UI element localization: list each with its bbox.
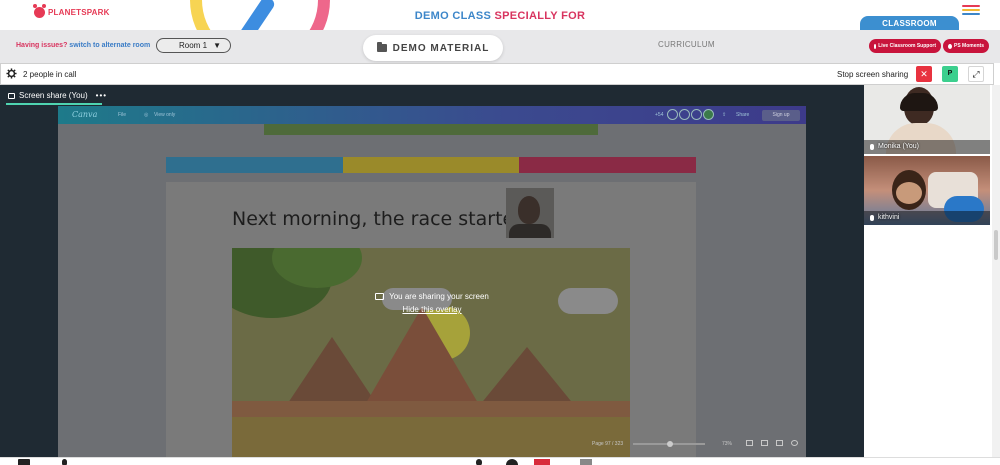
microphone-icon [870, 143, 874, 150]
shared-screen: Canva File ◎ View only +54 ⇪ Share Sign … [58, 106, 806, 457]
page-scrollbar[interactable] [992, 85, 1000, 457]
participant-tile[interactable]: kithvini [864, 156, 990, 225]
folder-icon [376, 42, 387, 52]
sharing-overlay-message: You are sharing your screen [58, 292, 806, 301]
people-count: 2 people in call [23, 70, 77, 79]
canva-page-info: Page 97 / 323 [592, 441, 624, 447]
caret-down-icon: ▼ [213, 41, 221, 50]
switch-room-link[interactable]: switch to alternate room [69, 42, 150, 49]
avatar [679, 109, 690, 120]
hamburger-menu-icon[interactable] [962, 5, 980, 17]
upload-icon: ⇪ [722, 112, 727, 118]
canva-viewer-count: +54 [655, 112, 664, 118]
participants-icon[interactable] [506, 459, 518, 465]
screen-icon [375, 293, 385, 301]
current-slide: Next morning, the race started! [166, 182, 696, 457]
stop-sharing-label: Stop screen sharing [837, 70, 909, 79]
avatar [667, 109, 678, 120]
more-options-icon[interactable]: ••• [96, 91, 107, 100]
page-title: DEMO CLASS SPECIALLY FOR [0, 10, 1000, 22]
slide-title: Next morning, the race started! [232, 208, 534, 230]
participant-name: Monika (You) [870, 143, 919, 150]
live-support-button[interactable]: Live Classroom Support [869, 39, 941, 53]
color-bar-segment [166, 157, 343, 173]
canva-file-menu: File [118, 112, 127, 118]
active-tab-underline [6, 103, 102, 105]
camera-icon[interactable] [18, 459, 30, 465]
canva-signup: Sign up [762, 110, 800, 121]
demo-material-button[interactable]: DEMO MATERIAL [363, 35, 503, 61]
ps-moments-label: PS Moments [953, 43, 984, 49]
canva-share: Share [736, 112, 750, 118]
tab-curriculum[interactable]: CURRICULUM [658, 40, 715, 49]
avatar [703, 109, 714, 120]
canva-logo: Canva [72, 110, 98, 119]
plus-icon [948, 43, 952, 49]
screenshare-stage: Screen share (You) ••• Canva File ◎ View… [0, 85, 864, 457]
microphone-icon[interactable] [62, 459, 67, 465]
eye-icon: ◎ [144, 112, 149, 118]
participant-tile[interactable]: Monika (You) [864, 85, 990, 154]
zoom-slider [633, 441, 705, 447]
microphone-icon [870, 214, 874, 221]
color-bar-segment [519, 157, 697, 173]
participants-panel: Monika (You) kithvini [864, 85, 1000, 457]
screen-icon [8, 92, 15, 99]
title-part-2: SPECIALLY FOR [494, 10, 586, 22]
participant-name: kithvini [870, 214, 899, 221]
person-icon[interactable] [476, 459, 482, 465]
demo-material-label: DEMO MATERIAL [392, 42, 490, 54]
gear-icon[interactable] [6, 68, 17, 79]
canva-toolbar: Canva File ◎ View only +54 ⇪ Share Sign … [58, 106, 806, 124]
title-part-1: DEMO CLASS [414, 10, 495, 22]
screen-share-off-icon[interactable] [534, 459, 550, 465]
avatar [691, 109, 702, 120]
live-support-label: Live Classroom Support [878, 43, 936, 49]
whiteboard-icon[interactable] [580, 459, 592, 465]
previous-slide-edge [264, 124, 598, 135]
hide-overlay-link[interactable]: Hide this overlay [58, 305, 806, 314]
expand-icon[interactable]: ⤢ [968, 66, 984, 82]
screenshare-label: Screen share (You) ••• [8, 91, 107, 100]
slide-illustration [232, 248, 630, 457]
list-view-icon [761, 440, 768, 446]
room-select-value: Room 1 [179, 41, 208, 50]
plus-icon [874, 43, 877, 49]
canva-view-only: View only [154, 112, 176, 118]
room-select[interactable]: Room 1 ▼ [156, 38, 231, 53]
presenter-photo [506, 188, 554, 238]
p-button[interactable]: P [942, 66, 958, 82]
app-root: PLANETSPARK DEMO CLASS SPECIALLY FOR CLA… [0, 0, 1000, 465]
help-icon [791, 440, 798, 446]
color-bar-segment [342, 157, 520, 173]
stop-sharing-button[interactable]: ✕ [916, 66, 932, 82]
issues-notice: Having issues? switch to alternate room [16, 42, 150, 49]
screenshare-label-text: Screen share (You) [19, 91, 88, 100]
top-bar: PLANETSPARK DEMO CLASS SPECIALLY FOR CLA… [0, 0, 1000, 70]
fullscreen-icon [776, 440, 783, 446]
scrollbar-thumb[interactable] [994, 230, 998, 260]
call-header: 2 people in call Stop screen sharing ✕ P… [0, 63, 994, 85]
slide-color-bar [166, 157, 697, 173]
bottom-toolbar [0, 457, 1000, 465]
grid-view-icon [746, 440, 753, 446]
ps-moments-button[interactable]: PS Moments [943, 39, 989, 53]
canva-zoom-value: 73% [722, 441, 733, 447]
class-toolbar: Having issues? switch to alternate room … [0, 30, 1000, 63]
sharing-overlay-text: You are sharing your screen [389, 292, 489, 301]
issues-text: Having issues? [16, 42, 70, 49]
